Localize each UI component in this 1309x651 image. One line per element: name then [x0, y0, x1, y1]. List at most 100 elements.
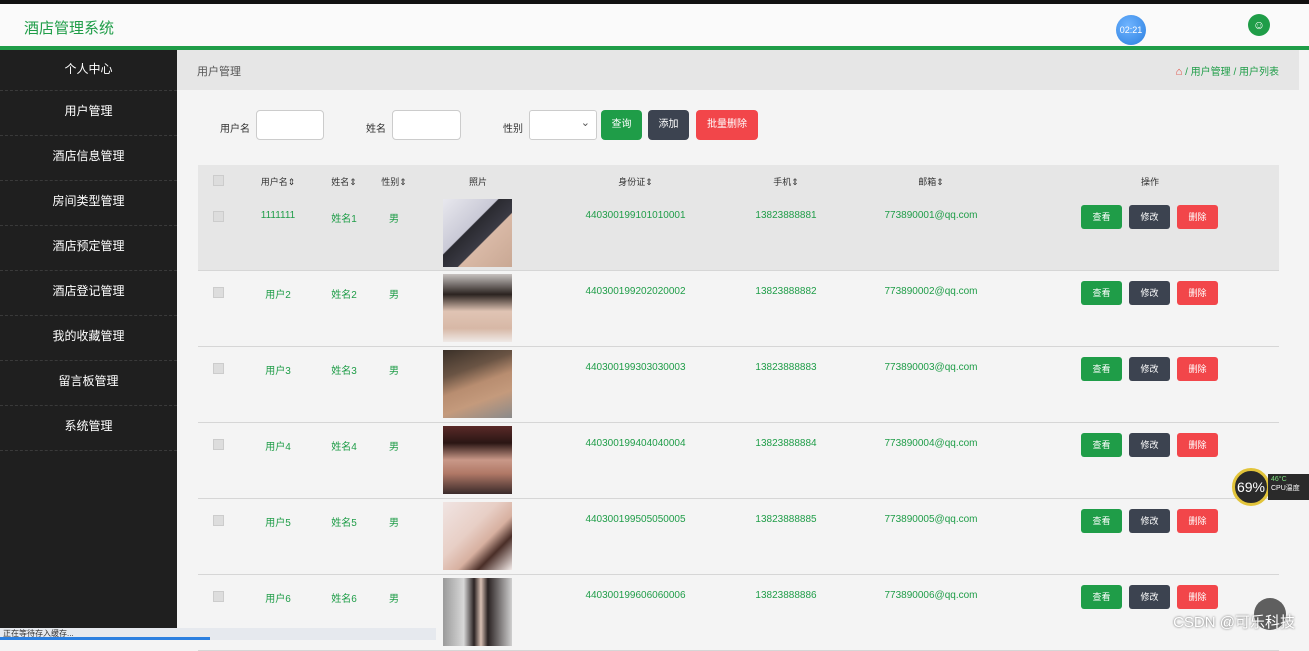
view-button[interactable]: 查看: [1081, 509, 1122, 533]
table-row[interactable]: 用户4 姓名4 男 440300199404040004 13823888884…: [198, 423, 1279, 499]
cell-idcard: 440300199202020002: [585, 286, 686, 297]
view-button[interactable]: 查看: [1081, 357, 1122, 381]
query-button[interactable]: 查询: [601, 110, 642, 140]
cell-idcard: 440300199505050005: [585, 514, 686, 525]
gender-select[interactable]: [529, 110, 597, 140]
cell-idcard: 440300199404040004: [585, 438, 686, 449]
user-photo: [443, 199, 512, 267]
breadcrumb-level1[interactable]: 用户管理: [1191, 67, 1231, 78]
view-button[interactable]: 查看: [1081, 281, 1122, 305]
cell-gender: 男: [389, 366, 399, 377]
row-checkbox[interactable]: [213, 287, 224, 298]
header-username[interactable]: 用户名⇕: [258, 175, 298, 188]
watermark: CSDN @可乐科技: [1173, 614, 1295, 631]
sidebar-item-message-board[interactable]: 留言板管理: [0, 361, 177, 406]
cell-phone: 13823888881: [755, 210, 817, 221]
cell-name: 姓名6: [331, 594, 357, 605]
cell-idcard: 440300199606060006: [585, 590, 686, 601]
edit-button[interactable]: 修改: [1129, 433, 1170, 457]
browser-status-bar: 正在等待存入缓存...: [0, 628, 436, 640]
cell-idcard: 440300199303030003: [585, 362, 686, 373]
sidebar-item-room-type[interactable]: 房间类型管理: [0, 181, 177, 226]
delete-button[interactable]: 删除: [1177, 357, 1218, 381]
header-phone[interactable]: 手机⇕: [768, 175, 804, 188]
header-actions: 操作: [1140, 177, 1159, 187]
cell-username: 1111111: [260, 210, 296, 221]
cell-gender: 男: [389, 442, 399, 453]
row-checkbox[interactable]: [213, 591, 224, 602]
user-icon[interactable]: ☺: [1248, 14, 1270, 36]
edit-button[interactable]: 修改: [1129, 281, 1170, 305]
row-checkbox[interactable]: [213, 439, 224, 450]
cell-username: 用户2: [265, 290, 291, 301]
page-title: 用户管理: [197, 66, 241, 78]
sidebar-item-system[interactable]: 系统管理: [0, 406, 177, 451]
sidebar-item-personal-center[interactable]: 个人中心: [0, 50, 177, 91]
sidebar-item-checkin[interactable]: 酒店登记管理: [0, 271, 177, 316]
sidebar-item-user-management[interactable]: 用户管理: [0, 91, 177, 136]
breadcrumb-bar: 用户管理 ⌂ / 用户管理 / 用户列表: [177, 50, 1299, 90]
user-photo: [443, 578, 512, 646]
cell-email: 773890001@qq.com: [884, 210, 978, 221]
header-idcard[interactable]: 身份证⇕: [598, 175, 673, 188]
cell-gender: 男: [389, 290, 399, 301]
user-photo: [443, 350, 512, 418]
gender-label: 性别: [503, 124, 523, 135]
view-button[interactable]: 查看: [1081, 585, 1122, 609]
breadcrumb-level2[interactable]: 用户列表: [1239, 67, 1279, 78]
cell-name: 姓名1: [331, 214, 357, 225]
delete-button[interactable]: 删除: [1177, 585, 1218, 609]
cpu-monitor-widget[interactable]: 69% 46°C CPU温度: [1232, 468, 1309, 506]
row-checkbox[interactable]: [213, 211, 224, 222]
cpu-usage-gauge: 69%: [1232, 468, 1270, 506]
delete-button[interactable]: 删除: [1177, 509, 1218, 533]
view-button[interactable]: 查看: [1081, 433, 1122, 457]
cell-name: 姓名2: [331, 290, 357, 301]
delete-button[interactable]: 删除: [1177, 205, 1218, 229]
batch-delete-button[interactable]: 批量删除: [696, 110, 758, 140]
cell-email: 773890006@qq.com: [884, 590, 978, 601]
add-button[interactable]: 添加: [648, 110, 689, 140]
delete-button[interactable]: 删除: [1177, 281, 1218, 305]
app-title: 酒店管理系统: [24, 20, 115, 37]
cell-email: 773890002@qq.com: [884, 286, 978, 297]
edit-button[interactable]: 修改: [1129, 205, 1170, 229]
cell-phone: 13823888884: [755, 438, 817, 449]
home-icon[interactable]: ⌂: [1176, 66, 1183, 78]
edit-button[interactable]: 修改: [1129, 509, 1170, 533]
cell-gender: 男: [389, 518, 399, 529]
cell-email: 773890003@qq.com: [884, 362, 978, 373]
table-row[interactable]: 用户5 姓名5 男 440300199505050005 13823888885…: [198, 499, 1279, 575]
sidebar-item-favorites[interactable]: 我的收藏管理: [0, 316, 177, 361]
sidebar-item-booking[interactable]: 酒店预定管理: [0, 226, 177, 271]
header-gender[interactable]: 性别⇕: [377, 175, 411, 188]
row-checkbox[interactable]: [213, 515, 224, 526]
edit-button[interactable]: 修改: [1129, 357, 1170, 381]
breadcrumb: ⌂ / 用户管理 / 用户列表: [1176, 63, 1279, 78]
select-all-checkbox[interactable]: [213, 175, 224, 186]
table-row[interactable]: 用户2 姓名2 男 440300199202020002 13823888882…: [198, 271, 1279, 347]
top-bar: 酒店管理系统 02:21 ☺: [0, 0, 1309, 50]
user-table: 用户名⇕ 姓名⇕ 性别⇕ 照片 身份证⇕ 手机⇕ 邮箱⇕ 操作 1111111 …: [198, 165, 1279, 651]
username-input[interactable]: [256, 110, 324, 140]
user-photo: [443, 502, 512, 570]
cell-username: 用户6: [265, 594, 291, 605]
cell-phone: 13823888885: [755, 514, 817, 525]
table-row[interactable]: 1111111 姓名1 男 440300199101010001 1382388…: [198, 197, 1279, 271]
header-email[interactable]: 邮箱⇕: [913, 175, 949, 188]
cell-name: 姓名5: [331, 518, 357, 529]
cpu-temp-label: CPU温度: [1271, 485, 1300, 492]
row-checkbox[interactable]: [213, 363, 224, 374]
header-name[interactable]: 姓名⇕: [328, 175, 360, 188]
table-row[interactable]: 用户3 姓名3 男 440300199303030003 13823888883…: [198, 347, 1279, 423]
delete-button[interactable]: 删除: [1177, 433, 1218, 457]
name-input[interactable]: [392, 110, 461, 140]
view-button[interactable]: 查看: [1081, 205, 1122, 229]
sidebar-item-hotel-info[interactable]: 酒店信息管理: [0, 136, 177, 181]
cell-idcard: 440300199101010001: [585, 210, 686, 221]
cell-username: 用户5: [265, 518, 291, 529]
cell-name: 姓名4: [331, 442, 357, 453]
search-bar: 用户名 姓名 性别 查询 添加 批量删除: [177, 110, 1299, 150]
user-photo: [443, 426, 512, 494]
edit-button[interactable]: 修改: [1129, 585, 1170, 609]
